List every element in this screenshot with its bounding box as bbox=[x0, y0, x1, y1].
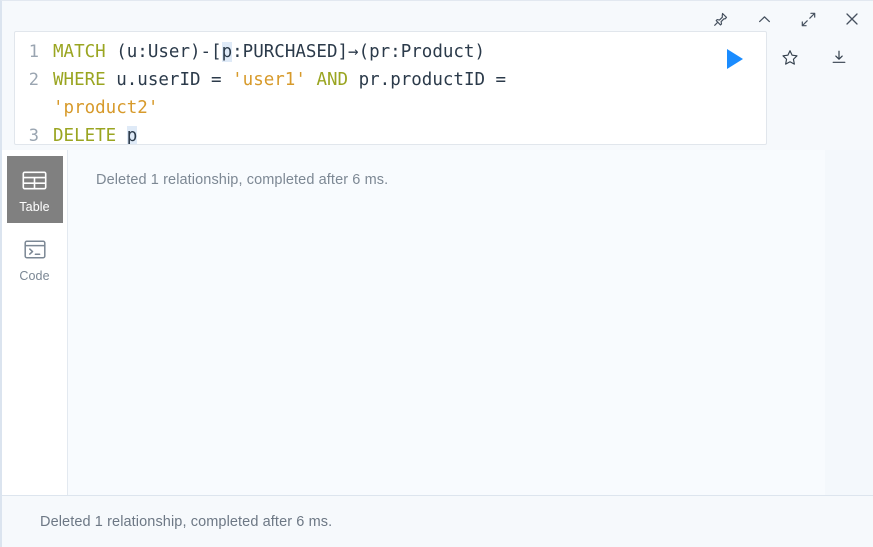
expand-icon[interactable] bbox=[797, 8, 819, 30]
token-plain: (u:User)-[ bbox=[105, 42, 222, 62]
token-string: 'product2' bbox=[53, 98, 159, 118]
code-line: 3 DELETE p bbox=[15, 122, 704, 144]
token-highlight: p bbox=[126, 126, 138, 144]
pin-icon[interactable] bbox=[709, 8, 731, 30]
star-icon[interactable] bbox=[777, 45, 803, 71]
query-editor-window: 1 MATCH (u:User)-[p:PURCHASED]→(pr:Produ… bbox=[0, 0, 873, 547]
token-highlight: p bbox=[221, 42, 233, 62]
line-content: 'product2' bbox=[53, 94, 158, 122]
close-icon[interactable] bbox=[841, 8, 863, 30]
tab-table[interactable]: Table bbox=[6, 156, 63, 223]
panel-right-gutter bbox=[825, 150, 873, 495]
line-content: WHERE u.userID = 'user1' AND pr.productI… bbox=[53, 66, 506, 94]
results-region: Table Code Deleted 1 relationship, compl… bbox=[2, 150, 873, 495]
download-icon[interactable] bbox=[826, 45, 852, 71]
tab-code-label: Code bbox=[19, 269, 50, 283]
line-number: 1 bbox=[28, 42, 39, 62]
run-column bbox=[704, 32, 766, 144]
chevron-up-icon[interactable] bbox=[753, 8, 775, 30]
token-string: 'user1' bbox=[232, 70, 306, 90]
code-line: 2 WHERE u.userID = 'user1' AND pr.produc… bbox=[15, 66, 704, 94]
token-keyword: WHERE bbox=[53, 70, 106, 90]
line-content: DELETE p bbox=[53, 122, 138, 144]
result-message: Deleted 1 relationship, completed after … bbox=[96, 172, 389, 188]
line-number: 3 bbox=[28, 126, 39, 144]
code-editor[interactable]: 1 MATCH (u:User)-[p:PURCHASED]→(pr:Produ… bbox=[15, 32, 704, 144]
token-plain: :PURCHASED]→(pr:Product) bbox=[232, 42, 486, 62]
play-icon bbox=[727, 49, 743, 69]
result-view-tabs: Table Code bbox=[2, 150, 68, 495]
run-query-button[interactable] bbox=[720, 44, 750, 74]
table-icon bbox=[22, 165, 47, 195]
query-input-box[interactable]: 1 MATCH (u:User)-[p:PURCHASED]→(pr:Produ… bbox=[14, 31, 767, 145]
token-plain: pr.productID = bbox=[348, 70, 507, 90]
terminal-icon bbox=[23, 234, 47, 264]
window-controls bbox=[709, 7, 863, 31]
line-number: 2 bbox=[28, 70, 39, 90]
tab-table-label: Table bbox=[19, 200, 50, 214]
token-keyword: DELETE bbox=[53, 126, 117, 144]
code-line-wrapped: 'product2' bbox=[15, 94, 704, 122]
editor-side-actions bbox=[765, 45, 863, 71]
token-plain: u.userID = bbox=[105, 70, 233, 90]
token-keyword: AND bbox=[316, 70, 349, 90]
line-content: MATCH (u:User)-[p:PURCHASED]→(pr:Product… bbox=[53, 38, 485, 66]
status-message: Deleted 1 relationship, completed after … bbox=[40, 513, 333, 530]
result-panel: Deleted 1 relationship, completed after … bbox=[68, 150, 873, 495]
code-line: 1 MATCH (u:User)-[p:PURCHASED]→(pr:Produ… bbox=[15, 38, 704, 66]
status-bar: Deleted 1 relationship, completed after … bbox=[2, 495, 873, 547]
query-editor-card: 1 MATCH (u:User)-[p:PURCHASED]→(pr:Produ… bbox=[2, 1, 873, 150]
token-keyword: MATCH bbox=[53, 42, 106, 62]
tab-code[interactable]: Code bbox=[7, 225, 63, 292]
